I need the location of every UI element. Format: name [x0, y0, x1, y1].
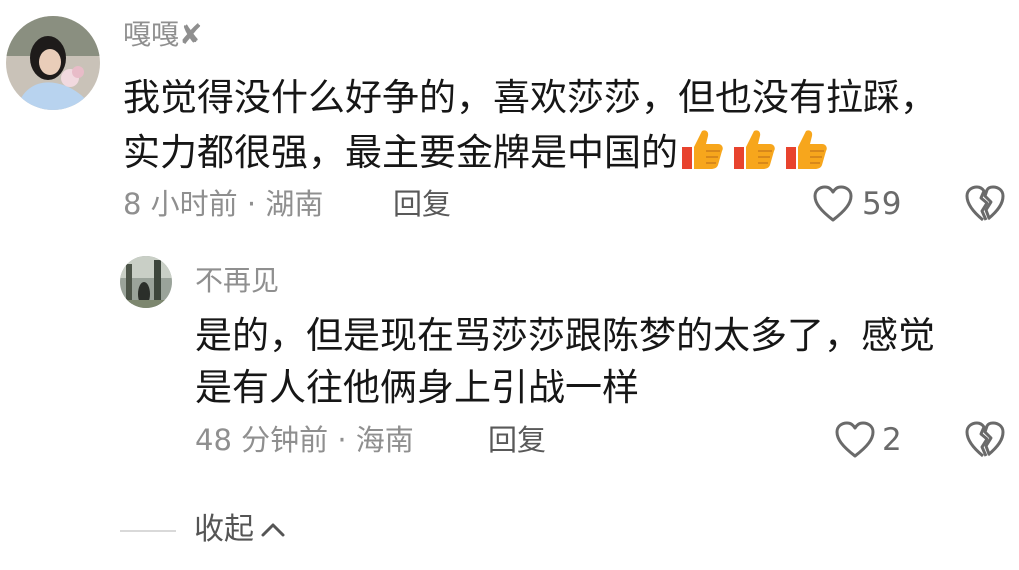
reply-username[interactable]: 不再见: [195, 264, 279, 298]
reply-text-line-1: 是的，但是现在骂莎莎跟陈梦的太多了，感觉: [195, 314, 935, 357]
broken-heart-icon[interactable]: [964, 420, 1006, 460]
collapse-label: 收起: [194, 512, 254, 547]
thumbs-up-icon: [678, 125, 726, 173]
avatar[interactable]: [120, 256, 172, 308]
collapse-divider: [120, 530, 176, 532]
comment-text-line-2: 实力都很强，最主要金牌是中国的: [123, 131, 678, 174]
broken-heart-icon[interactable]: [964, 184, 1006, 224]
reply-button[interactable]: 回复: [488, 422, 546, 458]
comment-username[interactable]: 嘎嘎✘: [123, 18, 202, 52]
comment-text-line-2-wrapper: 实力都很强，最主要金牌是中国的: [123, 125, 834, 181]
chevron-up-icon: [258, 518, 288, 542]
like-count: 59: [862, 186, 902, 222]
heart-outline-icon[interactable]: [812, 184, 854, 224]
collapse-button[interactable]: 收起: [194, 512, 288, 548]
heart-outline-icon[interactable]: [834, 420, 876, 460]
avatar[interactable]: [6, 16, 100, 110]
like-count: 2: [882, 422, 902, 458]
reply-meta: 48 分钟前 · 海南: [195, 423, 414, 457]
comment-text-line-1: 我觉得没什么好争的，喜欢莎莎，但也没有拉踩，: [123, 76, 937, 119]
thumbs-up-icon: [730, 125, 778, 173]
comment-meta: 8 小时前 · 湖南: [123, 187, 324, 221]
reply-button[interactable]: 回复: [393, 186, 451, 222]
reply-text-line-2: 是有人往他俩身上引战一样: [195, 366, 639, 409]
thumbs-up-icon: [782, 125, 830, 173]
